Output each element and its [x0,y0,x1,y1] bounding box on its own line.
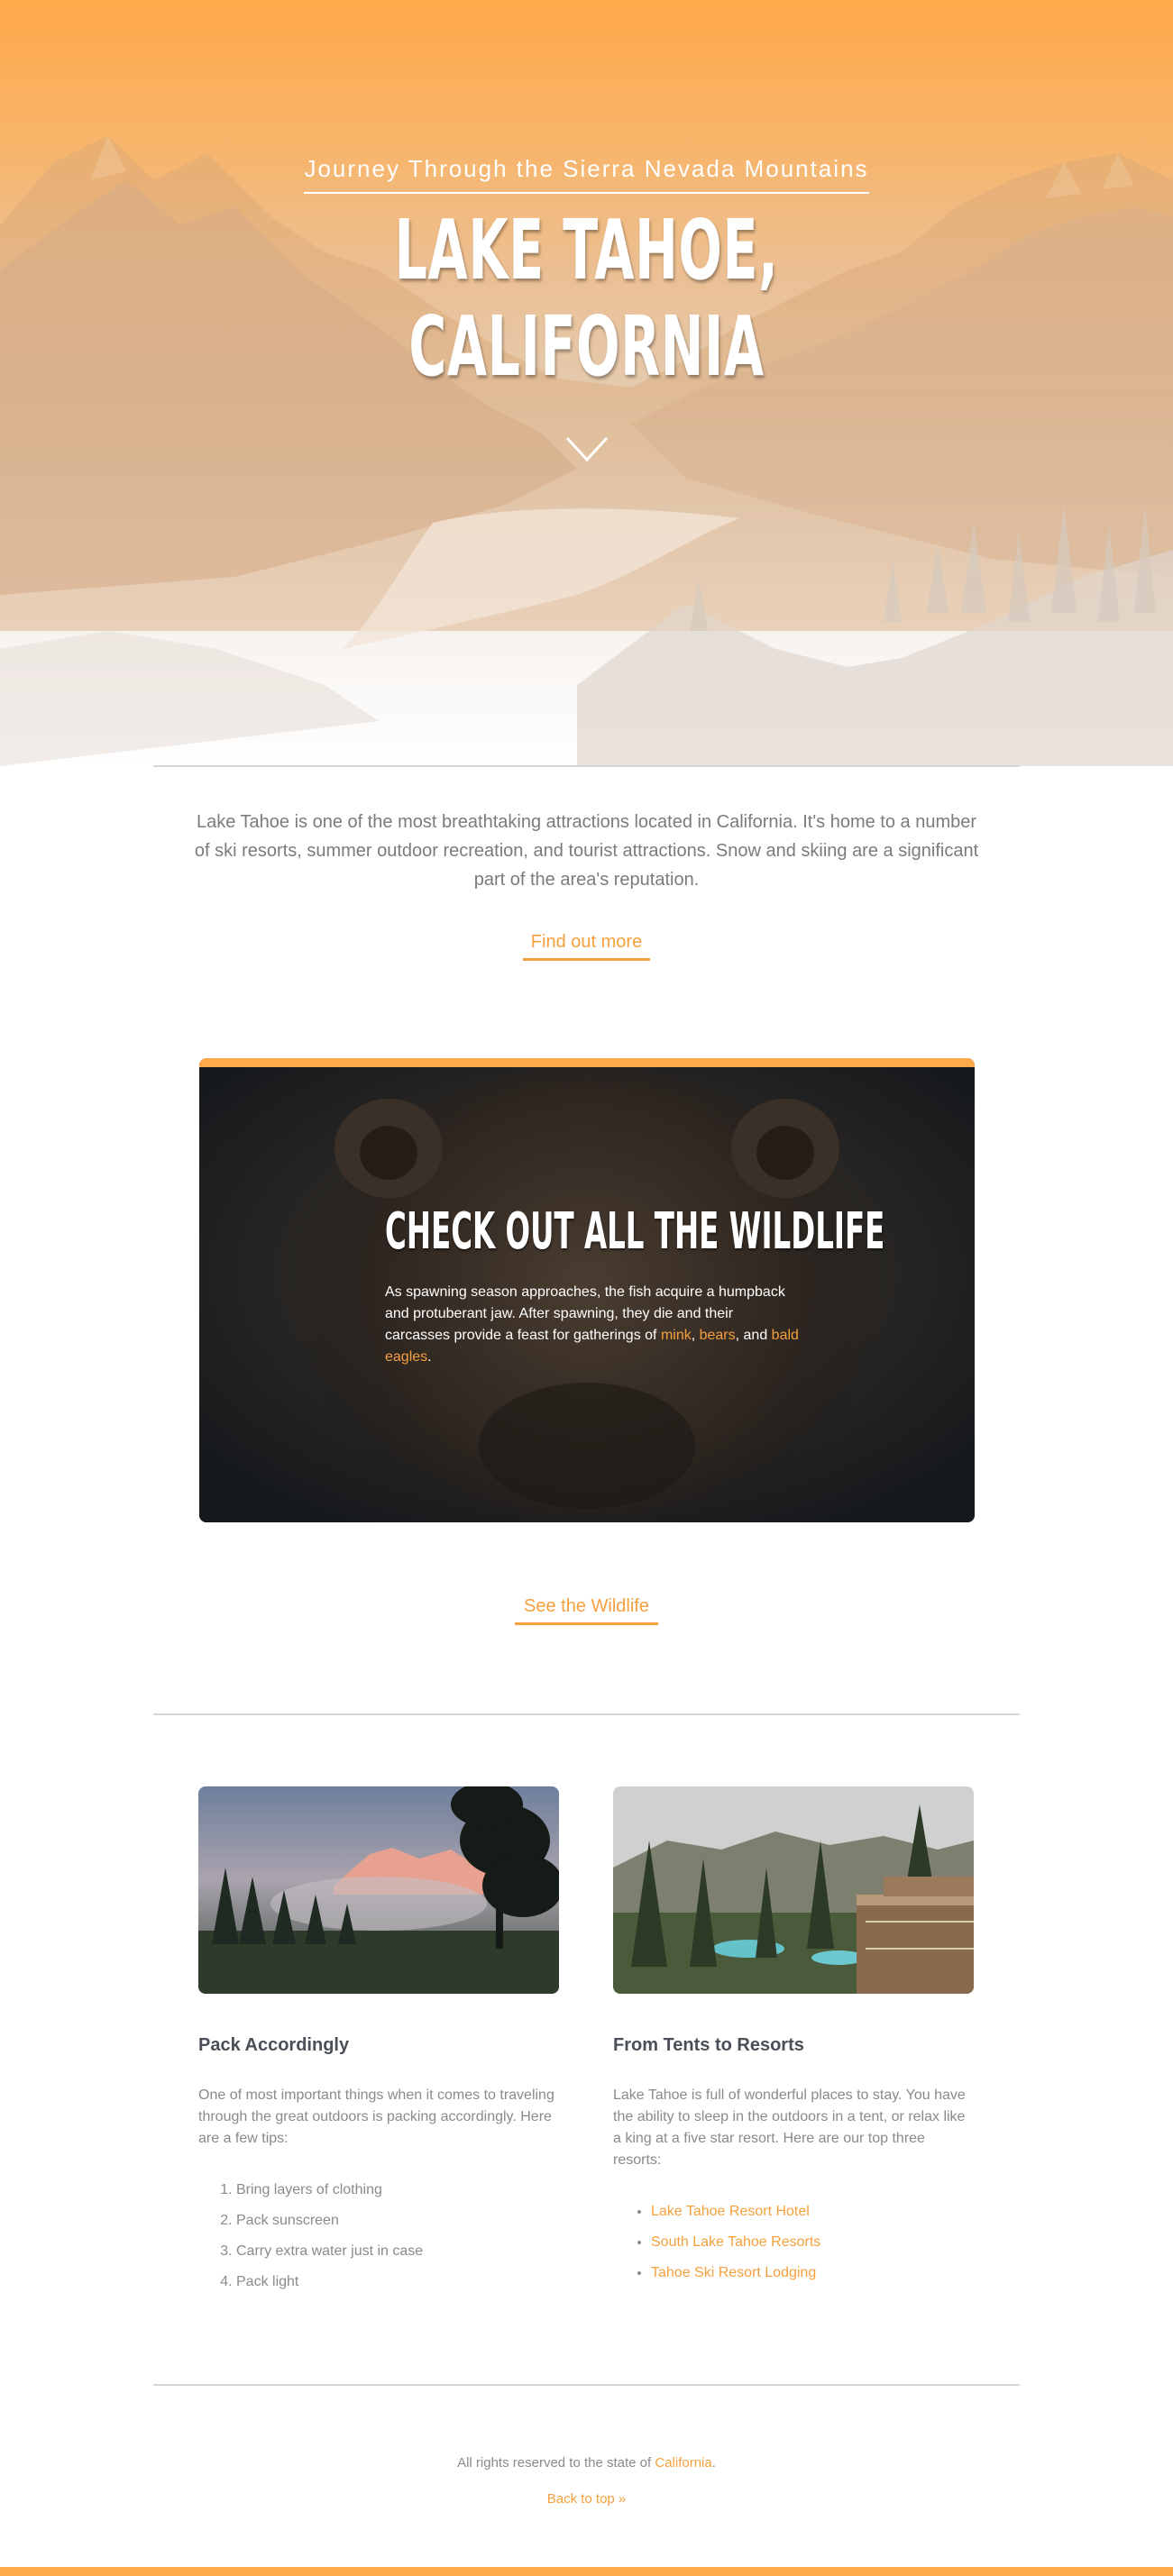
see-wildlife-button[interactable]: See the Wildlife [515,1596,658,1625]
chevron-down-icon[interactable] [565,436,609,463]
section-divider [153,765,1020,767]
list-item: Pack light [236,2267,559,2297]
section-divider [153,2384,1020,2386]
intro-text: Lake Tahoe is one of the most breathtaki… [194,812,979,890]
wildlife-card: CHECK OUT ALL THE WILDLIFE As spawning s… [199,1058,975,1522]
hero-title: LAKE TAHOE, CALIFORNIA [394,202,779,395]
list-item: Bring layers of clothing [236,2175,559,2206]
footer-copyright: All rights reserved to the state of Cali… [457,2455,716,2471]
resorts-column: From Tents to Resorts Lake Tahoe is full… [613,1786,974,2288]
list-item: South Lake Tahoe Resorts [651,2227,974,2258]
resort-image [613,1786,974,1994]
find-out-more-button[interactable]: Find out more [523,932,650,961]
footer-accent-bar [0,2567,1173,2576]
resort-link[interactable]: Lake Tahoe Resort Hotel [651,2204,810,2219]
pack-text: One of most important things when it com… [198,2087,554,2146]
card-accent-bar [199,1058,975,1067]
section-divider [153,1713,1020,1715]
list-item: Carry extra water just in case [236,2236,559,2267]
hero-subtitle: Journey Through the Sierra Nevada Mounta… [0,155,1173,194]
resorts-text: Lake Tahoe is full of wonderful places t… [613,2087,966,2168]
resort-link[interactable]: South Lake Tahoe Resorts [651,2234,820,2250]
list-item: Pack sunscreen [236,2206,559,2236]
list-item: Lake Tahoe Resort Hotel [651,2197,974,2227]
list-item: Tahoe Ski Resort Lodging [651,2258,974,2288]
resort-link[interactable]: Tahoe Ski Resort Lodging [651,2265,816,2280]
back-to-top-link[interactable]: Back to top » [0,2491,1173,2507]
mink-link[interactable]: mink [661,1328,692,1343]
hero-section: Journey Through the Sierra Nevada Mounta… [0,0,1173,766]
forest-sunset-image [198,1786,559,1994]
resorts-list: Lake Tahoe Resort Hotel South Lake Tahoe… [613,2197,974,2288]
california-link[interactable]: California [655,2455,711,2471]
pack-tips-list: Bring layers of clothing Pack sunscreen … [198,2175,559,2297]
pack-title: Pack Accordingly [198,2035,350,2055]
bears-link[interactable]: bears [700,1328,736,1343]
pack-column: Pack Accordingly One of most important t… [198,1786,559,2297]
resorts-title: From Tents to Resorts [613,2035,804,2055]
wildlife-text: As spawning season approaches, the fish … [385,1284,799,1365]
wildlife-title: CHECK OUT ALL THE WILDLIFE [385,1202,885,1261]
